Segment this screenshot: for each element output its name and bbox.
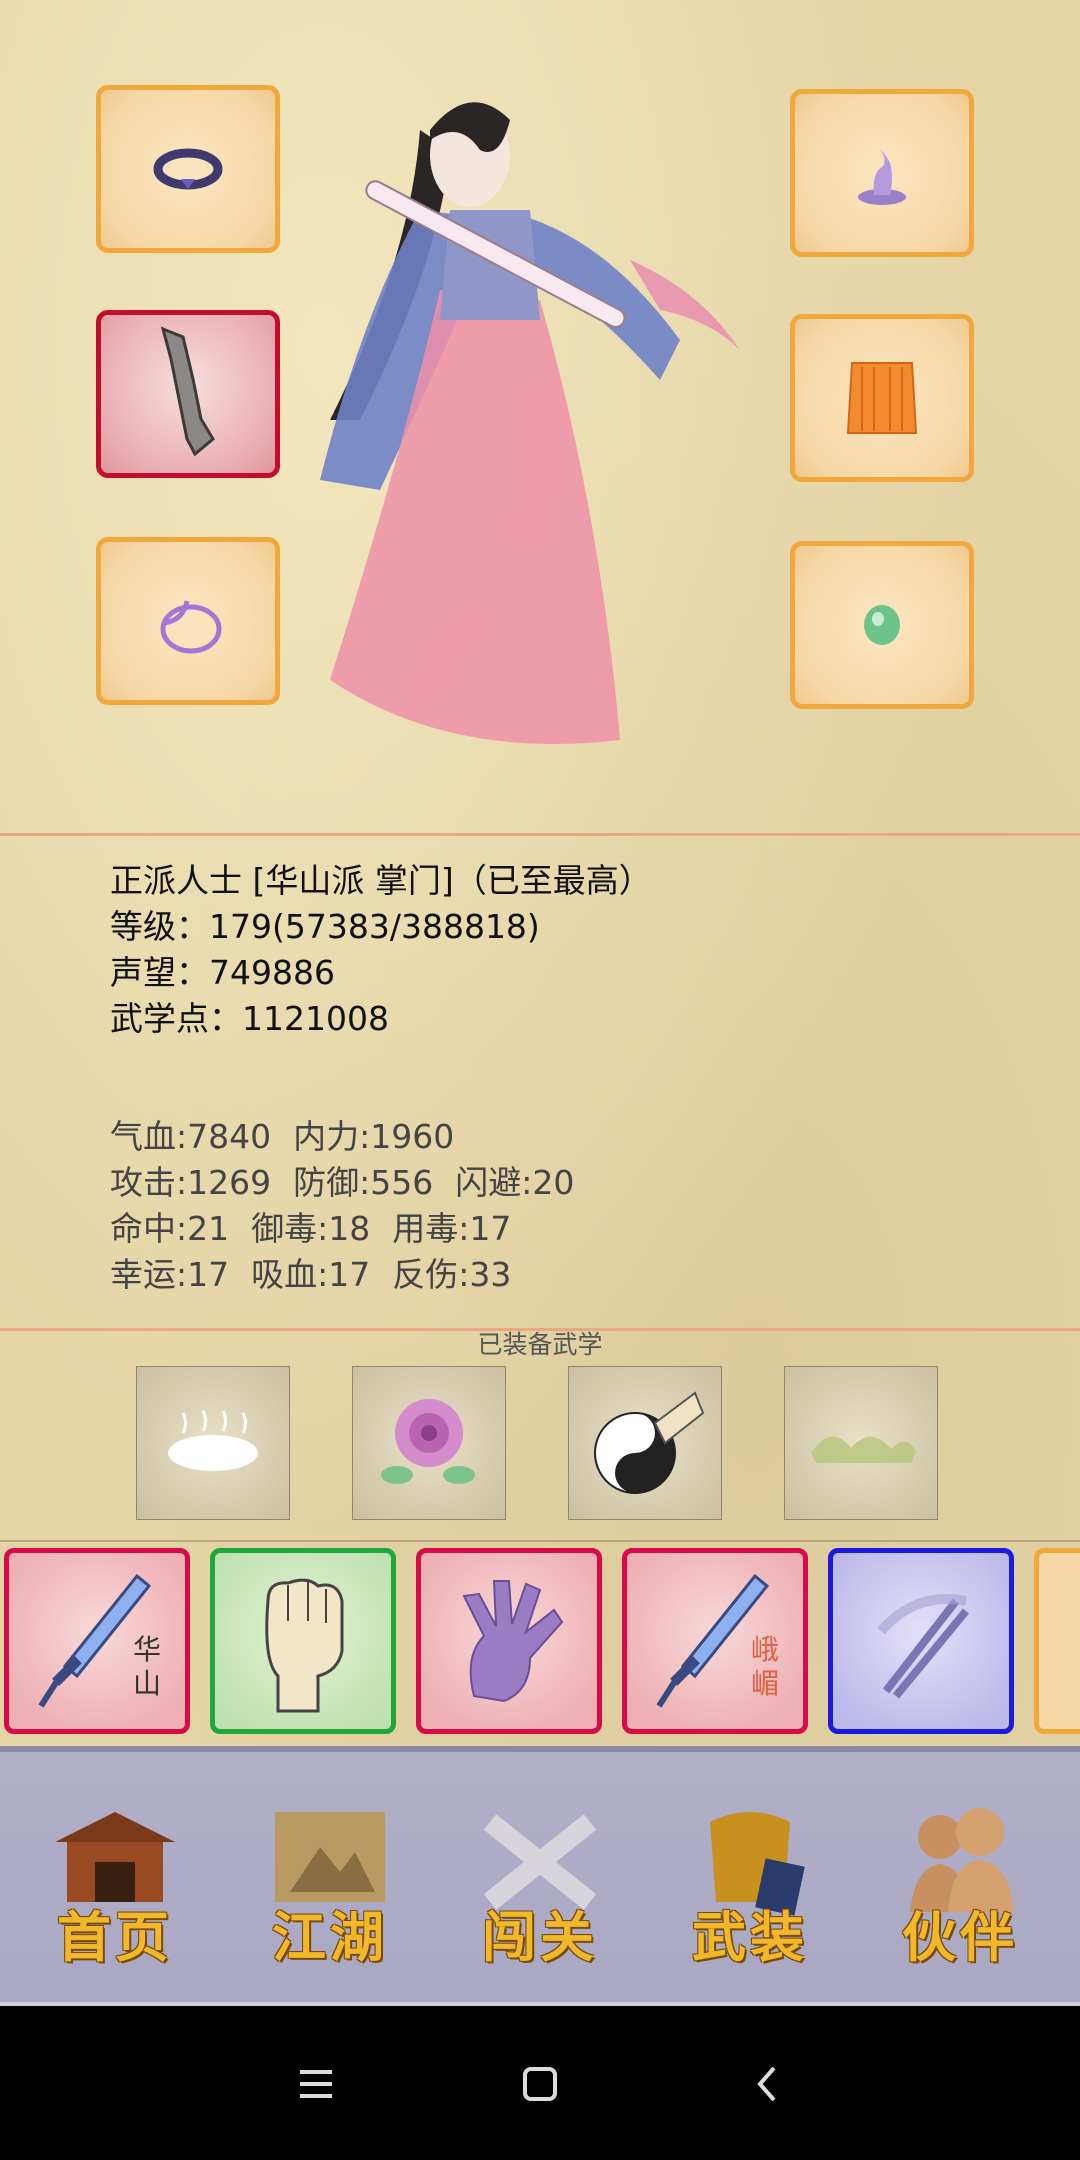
equipped-skill-slot-3[interactable]: [568, 1366, 722, 1520]
stats-row: 气血:7840 内力:1960: [110, 1114, 574, 1160]
nav-home[interactable]: 首页: [30, 1802, 200, 1972]
character-title: 正派人士 [华山派 掌门]（已至最高）: [110, 861, 652, 900]
stat-luck: 幸运:17: [110, 1255, 230, 1294]
stats-row: 幸运:17 吸血:17 反伤:33: [110, 1252, 574, 1298]
armor-icon: [846, 362, 918, 434]
menu-icon[interactable]: [286, 2054, 346, 2114]
skill-card-partial[interactable]: [1034, 1548, 1080, 1734]
stat-lifesteal: 吸血:17: [251, 1255, 371, 1294]
skill-card-strip[interactable]: 华山 峨嵋: [0, 1540, 1080, 1752]
nav-equipment-label: 武装: [692, 1905, 808, 1969]
palm-icon: [462, 1580, 564, 1703]
stat-attack: 攻击:1269: [110, 1163, 272, 1202]
nav-home-label: 首页: [57, 1905, 173, 1969]
ring-icon: [153, 148, 223, 190]
card-label: 峨嵋: [750, 1633, 779, 1700]
bracelet-icon: [160, 600, 222, 654]
skill-card-fist[interactable]: [210, 1548, 396, 1734]
character-info: 正派人士 [华山派 掌门]（已至最高） 等级：179(57383/388818)…: [110, 858, 652, 1042]
equip-slot-weapon[interactable]: [96, 310, 280, 478]
stats-row: 攻击:1269 防御:556 闪避:20: [110, 1160, 574, 1206]
character-level: 等级：179(57383/388818): [110, 907, 540, 946]
jade-icon: [864, 605, 900, 645]
card-label: 华山: [132, 1633, 161, 1700]
skill-card-palm[interactable]: [416, 1548, 602, 1734]
skill-card-emei-sword[interactable]: 峨嵋: [622, 1548, 808, 1734]
back-icon[interactable]: [738, 2054, 798, 2114]
stat-dodge: 闪避:20: [455, 1163, 575, 1202]
home-square-icon[interactable]: [510, 2054, 570, 2114]
equipped-skill-slot-4[interactable]: [784, 1366, 938, 1520]
equipped-skill-slot-1[interactable]: [136, 1366, 290, 1520]
twin-blades-icon: [877, 1594, 970, 1699]
dagger-icon: [160, 326, 215, 457]
equipped-skill-slot-2[interactable]: [352, 1366, 506, 1520]
stat-poison-use: 用毒:17: [392, 1209, 512, 1248]
stat-hp: 气血:7840: [110, 1117, 272, 1156]
bottom-navigation: 首页 江湖 闯关 武装 伙伴: [0, 1746, 1080, 2006]
character-portrait: [320, 102, 740, 744]
character-prestige: 声望：749886: [110, 953, 335, 992]
hat-icon: [858, 149, 906, 205]
skill-card-huashan-sword[interactable]: 华山: [4, 1548, 190, 1734]
nav-partner-label: 伙伴: [902, 1905, 1018, 1969]
stat-defense: 防御:556: [293, 1163, 434, 1202]
system-navigation-bar: [0, 2006, 1080, 2160]
skill-card-twin-blades[interactable]: [828, 1548, 1014, 1734]
stats-row: 命中:21 御毒:18 用毒:17: [110, 1206, 574, 1252]
grass-icon: [811, 1436, 916, 1463]
nav-jianghu-label: 江湖: [272, 1905, 388, 1969]
nav-jianghu[interactable]: 江湖: [245, 1802, 415, 1972]
stat-mp: 内力:1960: [293, 1117, 455, 1156]
fist-icon: [265, 1578, 344, 1713]
taichi-icon: [594, 1391, 705, 1494]
nav-challenge-label: 闯关: [482, 1905, 598, 1969]
character-stats: 气血:7840 内力:1960 攻击:1269 防御:556 闪避:20 命中:21 御…: [110, 1114, 574, 1298]
equipped-martial-title: 已装备武学: [477, 1330, 603, 1359]
character-martial-points: 武学点：1121008: [110, 999, 389, 1038]
nav-challenge[interactable]: 闯关: [455, 1802, 625, 1972]
nav-equipment[interactable]: 武装: [665, 1802, 835, 1972]
section-divider: [0, 833, 1080, 836]
stat-poison-resist: 御毒:18: [251, 1209, 371, 1248]
peony-icon: [381, 1399, 475, 1484]
cloud-icon: [168, 1410, 258, 1471]
equip-slot-bracelet[interactable]: [96, 537, 280, 705]
stat-hit: 命中:21: [110, 1209, 230, 1248]
stat-reflect: 反伤:33: [392, 1255, 512, 1294]
nav-partner[interactable]: 伙伴: [875, 1802, 1045, 1972]
equip-slot-ring[interactable]: [96, 85, 280, 253]
